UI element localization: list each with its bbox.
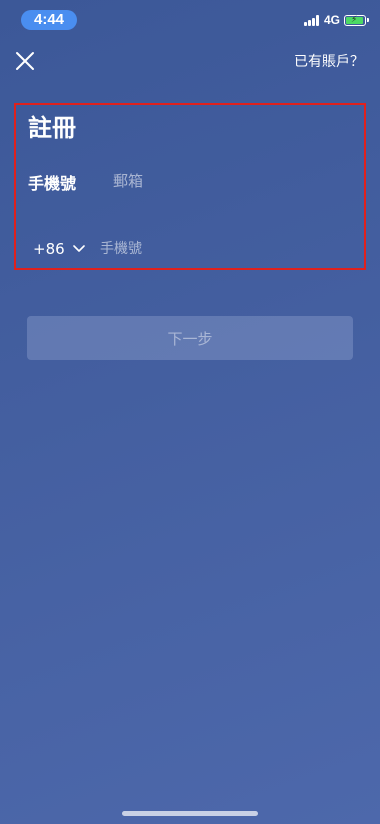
login-link[interactable]: 已有賬戶？ xyxy=(294,51,364,71)
next-button[interactable]: 下一步 xyxy=(27,316,353,360)
status-time: 4:44 xyxy=(21,10,77,30)
tab-phone[interactable]: 手機號 xyxy=(28,170,76,194)
signal-icon xyxy=(303,14,320,26)
status-indicators: 4G ⚡ xyxy=(303,12,369,28)
close-button[interactable] xyxy=(14,50,36,72)
country-code-value: +86 xyxy=(33,240,65,258)
page-title: 註冊 xyxy=(28,114,76,142)
home-indicator[interactable] xyxy=(122,811,258,816)
battery-icon: ⚡ xyxy=(344,14,369,26)
tab-email[interactable]: 郵箱 xyxy=(113,170,143,191)
country-code-selector[interactable]: +86 xyxy=(33,240,85,258)
network-type: 4G xyxy=(323,13,340,27)
chevron-down-icon xyxy=(72,245,85,252)
phone-input[interactable] xyxy=(100,237,350,261)
close-icon xyxy=(16,52,34,70)
status-bar: 4:44 4G ⚡ xyxy=(0,0,380,40)
